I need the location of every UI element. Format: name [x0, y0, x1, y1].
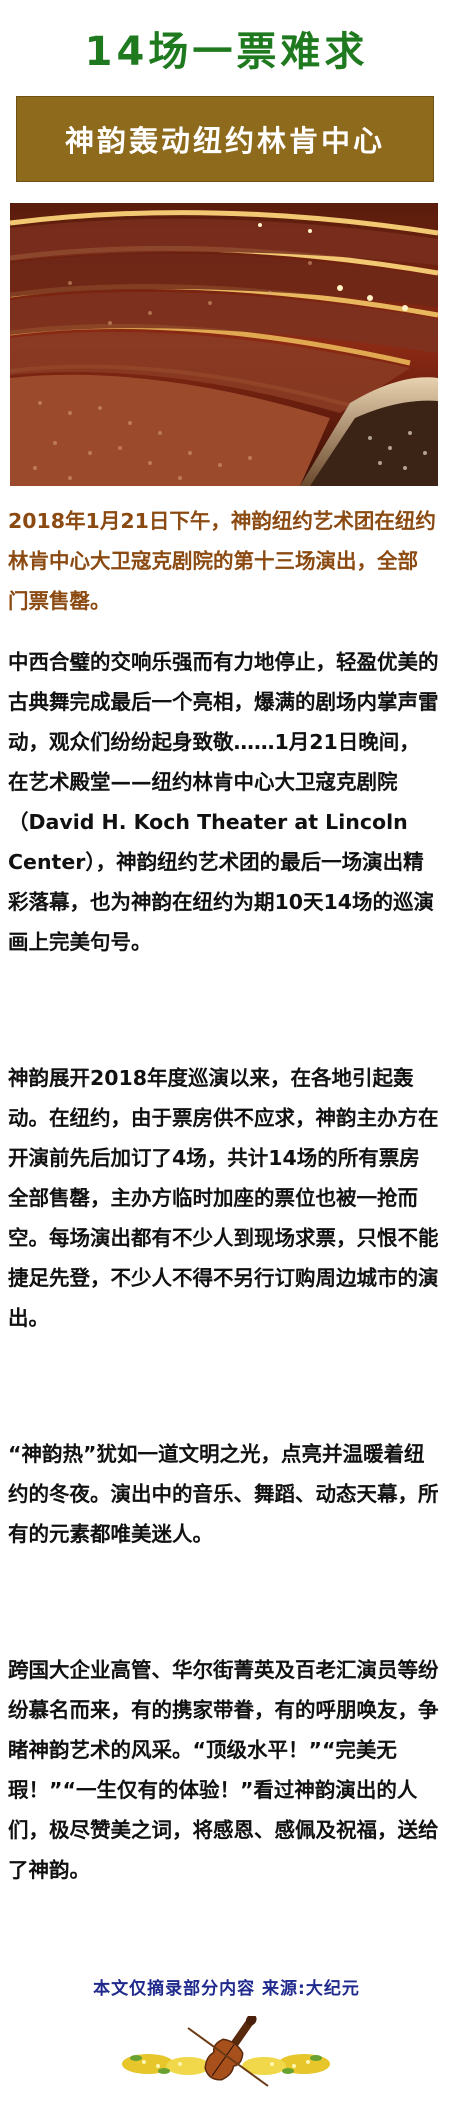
- banner-text: 神韵轰动纽约林肯中心: [64, 124, 385, 158]
- body-paragraph-1: 中西合璧的交响乐强而有力地停止，轻盈优美的古典舞完成最后一个亮相，爆满的剧场内掌…: [8, 650, 439, 954]
- headline-banner: 神韵轰动纽约林肯中心: [16, 96, 434, 182]
- body-paragraph-4: 跨国大企业高管、华尔街菁英及百老汇演员等纷纷慕名而来，有的携家带眷，有的呼朋唤友…: [8, 1658, 439, 1882]
- theater-audience-photo: [10, 203, 438, 486]
- source-note: 本文仅摘录部分内容 来源:大纪元: [93, 1979, 360, 1999]
- violin-flowers-icon: [118, 2014, 334, 2090]
- page-title: 14场一票难求: [84, 29, 369, 75]
- article-page: 14场一票难求 神韵轰动纽约林肯中心 2018年1月21日下午，神韵纽约艺术团在…: [0, 0, 453, 2118]
- body-paragraph-3: “神韵热”犹如一道文明之光，点亮并温暖着纽约的冬夜。演出中的音乐、舞蹈、动态天幕…: [8, 1442, 439, 1546]
- lead-paragraph: 2018年1月21日下午，神韵纽约艺术团在纽约林肯中心大卫寇克剧院的第十三场演出…: [8, 509, 436, 613]
- body-paragraph-2: 神韵展开2018年度巡演以来，在各地引起轰动。在纽约，由于票房供不应求，神韵主办…: [8, 1066, 439, 1330]
